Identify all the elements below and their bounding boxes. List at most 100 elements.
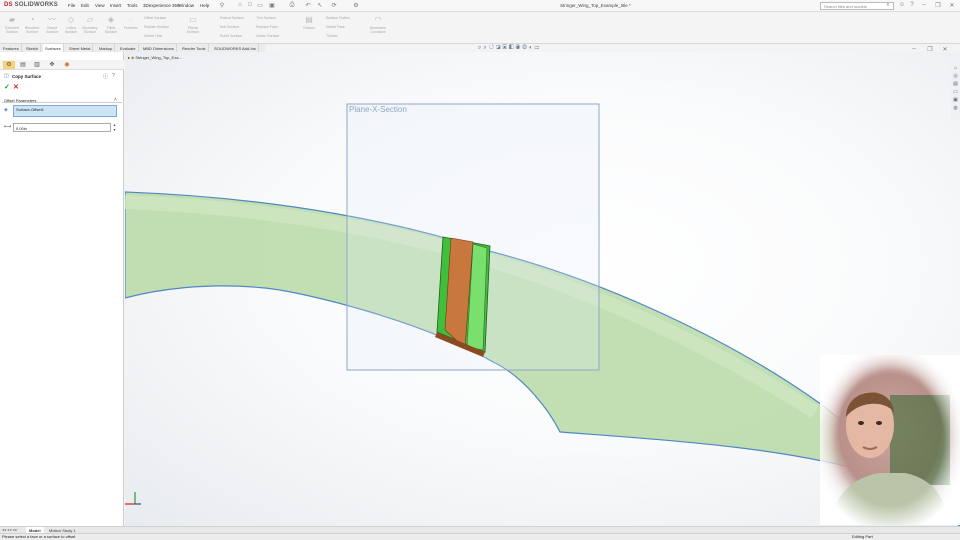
freeform-icon: ◌ (128, 15, 134, 24)
view-settings-icon[interactable]: ▭ (535, 45, 542, 51)
tab-render-tools[interactable]: Render Tools (180, 44, 209, 52)
lofted-surface-button[interactable]: ◇ Lofted Surface (62, 14, 80, 42)
view-orientation-icon[interactable]: ▣ (502, 45, 509, 51)
planar-surface-button[interactable]: ▭ Planar Surface (184, 14, 202, 42)
search-input[interactable]: Search files and models (820, 2, 894, 10)
offset-section-body[interactable] (435, 236, 491, 357)
task-pane: ⌂ ◎ ▤ ▭ ▣ ◍ (951, 64, 960, 120)
menu-insert[interactable]: Insert (110, 3, 121, 8)
print-icon[interactable]: ⎙ (288, 2, 296, 10)
previous-view-icon[interactable]: ↺ (489, 45, 496, 51)
tab-markup[interactable]: Markup (97, 44, 116, 52)
ok-check-icon[interactable]: ✓ (4, 83, 10, 91)
display-style-icon[interactable]: ◧ (509, 45, 516, 51)
file-explorer-icon[interactable]: ▭ (951, 88, 960, 96)
undo-icon[interactable]: ↶ (304, 2, 312, 10)
fill-icon: ◈ (107, 15, 115, 24)
menu-edit[interactable]: Edit (81, 3, 89, 8)
user-icon[interactable]: ☺ (898, 2, 906, 10)
tab-mbd-dimensions[interactable]: MBD Dimensions (141, 44, 177, 52)
home-icon[interactable]: ⌂ (236, 2, 244, 10)
plane-x-section-label[interactable]: Plane-X-Section (349, 105, 407, 114)
home-task-icon[interactable]: ⌂ (951, 64, 960, 72)
delete-hole-button[interactable]: Delete Hole (144, 34, 162, 38)
ruled-surface-button[interactable]: Ruled Surface (220, 34, 242, 38)
tab-features[interactable]: Features (1, 44, 22, 52)
status-editing-part: Editing Part (852, 534, 873, 539)
minimize-icon[interactable]: – (920, 2, 928, 10)
status-message: Please select a face or a surface to off… (2, 534, 76, 539)
rebuild-icon[interactable]: ⟳ (330, 2, 338, 10)
feature-tree-flyout[interactable]: ▸ ◆ Stringer_Wing_Top_Exa... (128, 55, 182, 60)
pushpin-icon[interactable]: ⚲ (218, 2, 226, 10)
delete-face-button[interactable]: Delete Face (326, 25, 345, 29)
collapse-chevron-icon[interactable]: ˄ (114, 97, 117, 103)
offset-distance-input[interactable]: 0.00in (13, 123, 111, 132)
tab-sheet-metal[interactable]: Sheet Metal (67, 44, 94, 52)
filled-surface-button[interactable]: ◈ Filled Surface (102, 14, 120, 42)
property-manager-tab[interactable]: ▤ (17, 61, 29, 69)
thicken-button[interactable]: ▤ Thicken (300, 14, 318, 42)
revolved-surface-button[interactable]: ◔ Revolved Surface (23, 14, 41, 42)
boundary-surface-button[interactable]: ▱ Boundary Surface (81, 14, 99, 42)
heads-up-view-toolbar[interactable]: ⌕⌕↺◪▣◧◉◍◐▭ (478, 45, 602, 52)
new-icon[interactable]: □ (246, 2, 254, 10)
design-library-icon[interactable]: ▤ (951, 80, 960, 88)
info-icon[interactable]: ⓘ (103, 73, 108, 80)
menu-view[interactable]: View (95, 3, 105, 8)
tab-evaluate[interactable]: Evaluate (118, 44, 139, 52)
property-manager-title: Copy Surface (12, 74, 42, 79)
resources-icon[interactable]: ◎ (951, 72, 960, 80)
untrim-surface-button[interactable]: Untrim Surface (256, 34, 279, 38)
replace-face-button[interactable]: Replace Face (256, 25, 278, 29)
select-icon[interactable]: ↖ (316, 2, 324, 10)
display-manager-tab[interactable]: ◉ (61, 61, 73, 69)
menu-window[interactable]: Window (178, 3, 194, 8)
appearances-icon[interactable]: ◍ (951, 104, 960, 112)
dimension-curvature-button[interactable]: ◠ Dimension Curvature (366, 14, 390, 42)
open-icon[interactable]: ▭ (256, 2, 264, 10)
trim-surface-button[interactable]: Trim Surface (256, 16, 276, 20)
menu-tools[interactable]: Tools (127, 3, 138, 8)
extruded-surface-button[interactable]: ▰ Extruded Surface (3, 14, 21, 42)
dimxpert-tab[interactable]: ✥ (46, 61, 58, 69)
view-palette-icon[interactable]: ▣ (951, 96, 960, 104)
help-circle-icon[interactable]: ? (112, 73, 115, 79)
surface-flatten-button[interactable]: Surface Flatten (326, 16, 350, 20)
thicken-small-button[interactable]: Thicken (326, 34, 338, 38)
offset-surface-button[interactable]: Offset Surface (144, 16, 166, 20)
menu-3dexperience[interactable]: 3Dexperience 360 (143, 3, 180, 8)
extrude-icon: ▰ (8, 15, 16, 24)
extend-surface-button[interactable]: Extend Surface (220, 16, 244, 20)
help-icon[interactable]: ? (908, 2, 916, 10)
selection-list-box[interactable]: Surface-Offset1 (13, 105, 117, 117)
tab-sketch[interactable]: Sketch (24, 44, 42, 52)
tab-solidworks-addins[interactable]: SOLIDWORKS Add-Ins (212, 44, 259, 52)
tab-surfaces[interactable]: Surfaces (43, 44, 64, 52)
solidworks-logo[interactable]: DS SOLIDWORKS (4, 2, 58, 10)
distance-spinner[interactable]: ▲ ▼ (112, 123, 117, 132)
knit-surface-button[interactable]: Knit Surface (220, 25, 239, 29)
configuration-manager-tab[interactable]: ▥ (31, 61, 43, 69)
save-icon[interactable]: ▣ (268, 2, 276, 10)
restore-icon[interactable]: ❐ (934, 2, 942, 10)
display-manager-icon: ◉ (64, 62, 70, 68)
close-icon[interactable]: ✕ (948, 2, 956, 10)
menu-file[interactable]: File (68, 3, 75, 8)
boundary-icon: ▱ (86, 15, 94, 24)
bottom-tab-strip (0, 526, 960, 533)
appearance-icon[interactable]: ◍ (522, 45, 529, 51)
selected-surface-item[interactable]: Surface-Offset1 (16, 107, 44, 112)
cancel-x-icon[interactable]: ✕ (13, 83, 19, 91)
feature-manager-tab[interactable]: ⚙ (3, 61, 15, 69)
search-icon[interactable]: ⌕ (884, 2, 892, 10)
freeform-button[interactable]: ◌ Freeform (122, 14, 140, 42)
radiate-surface-button[interactable]: Radiate Surface (144, 25, 169, 29)
curvature-icon: ◠ (374, 15, 382, 24)
options-gear-icon[interactable]: ⚙ (352, 2, 360, 10)
document-title: Stringer_Wing_Top_Example_title * (560, 3, 631, 8)
tab-nav-arrows[interactable]: ◂◂ ◂ ▸ ▸▸ (2, 527, 17, 532)
presenter-webcam-video (820, 355, 960, 525)
menu-help[interactable]: Help (200, 3, 209, 8)
swept-surface-button[interactable]: 〰 Swept Surface (43, 14, 61, 42)
